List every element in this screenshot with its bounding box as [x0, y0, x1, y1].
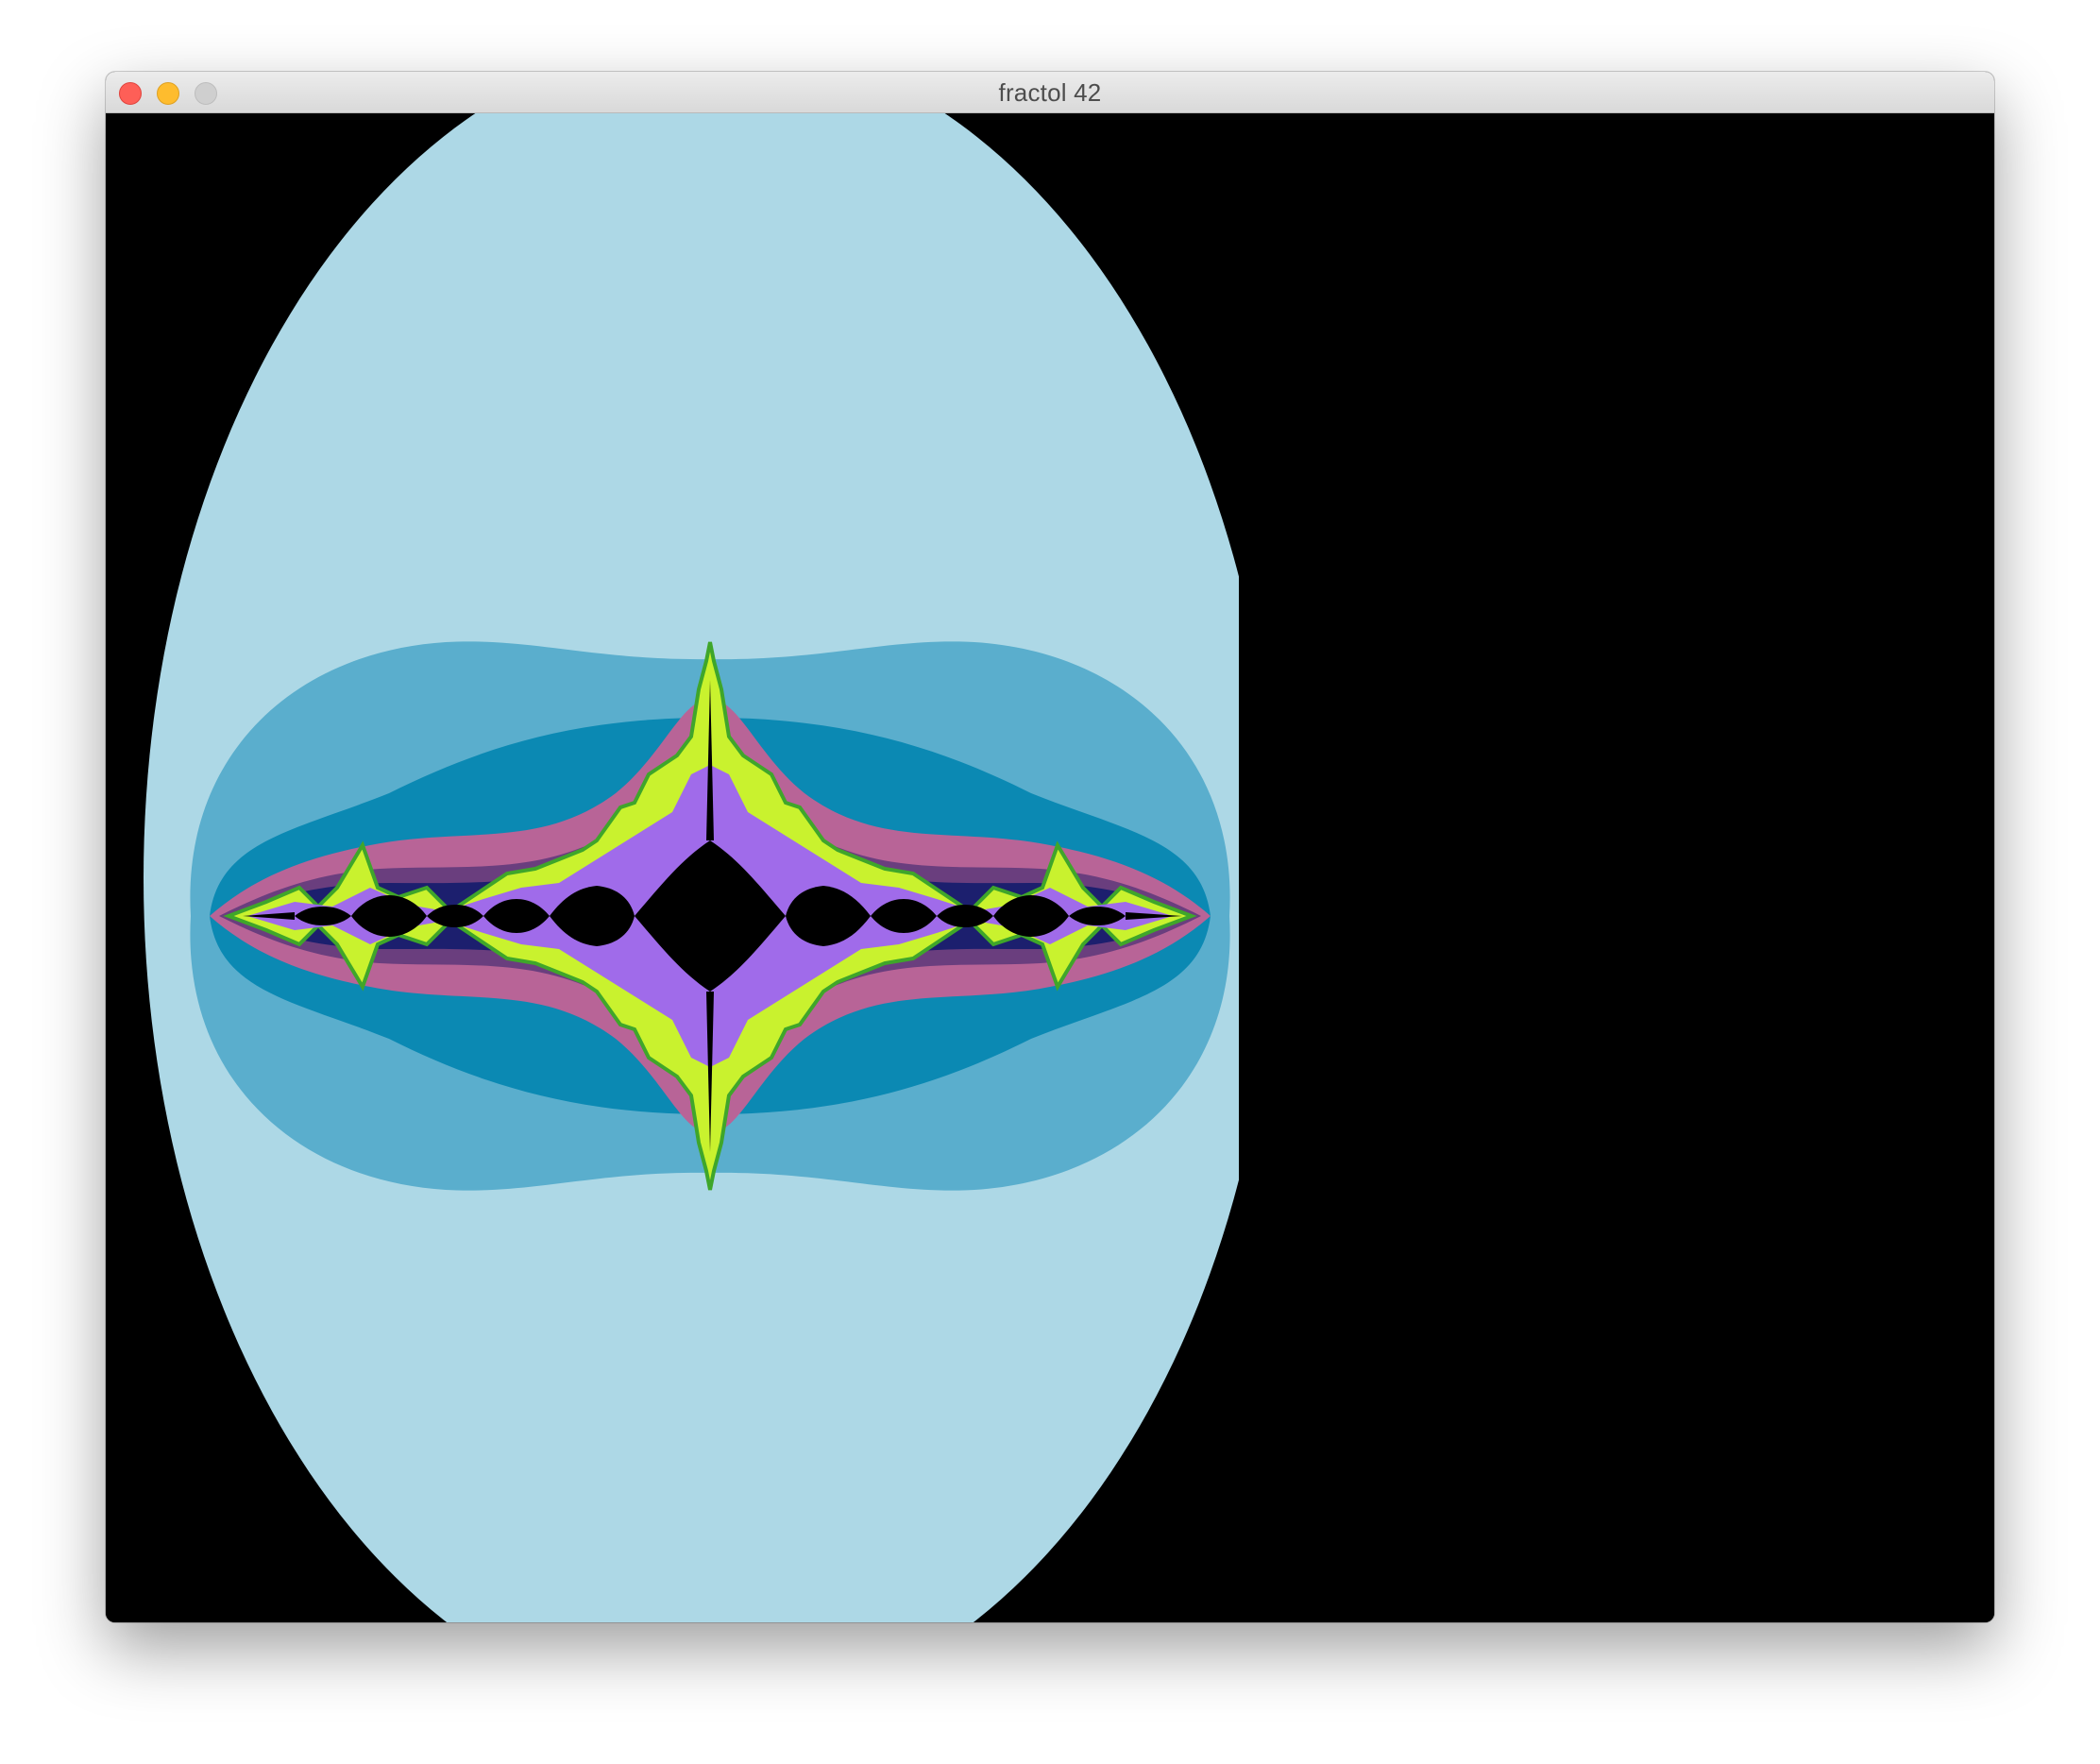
fractol-window: fractol 42 [106, 72, 1994, 1622]
fractal-render [106, 113, 1994, 1622]
title-bar[interactable]: fractol 42 [106, 72, 1994, 113]
window-title: fractol 42 [998, 78, 1102, 107]
fractal-canvas[interactable] [106, 113, 1994, 1622]
